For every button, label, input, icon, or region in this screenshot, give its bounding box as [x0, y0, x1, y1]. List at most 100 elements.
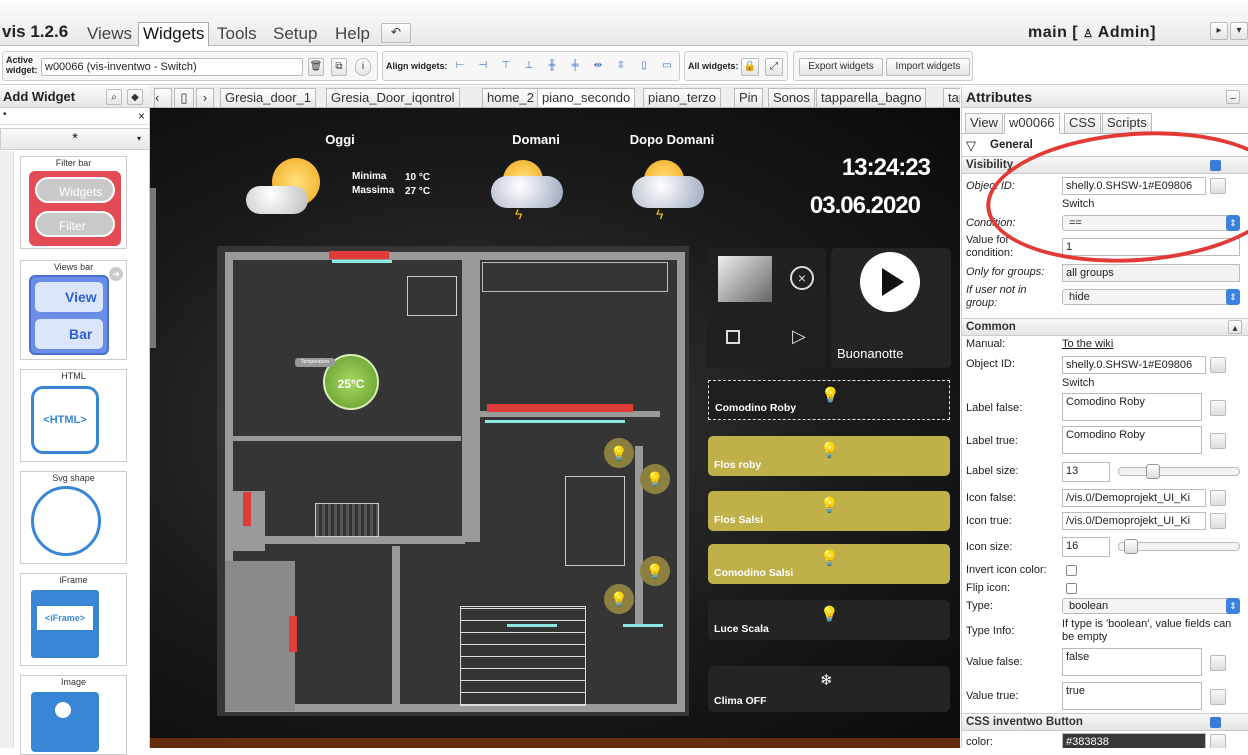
tabs-scroll-right-icon[interactable]: ›	[196, 88, 214, 107]
value-true-edit[interactable]	[1210, 689, 1226, 705]
import-widgets-button[interactable]: Import widgets	[886, 58, 970, 76]
view-tab[interactable]: Gresia_Door_iqontrol	[326, 88, 460, 107]
widget-views-bar[interactable]: Views bar View Bar ➜	[20, 260, 127, 360]
label-false-input[interactable]: Comodino Roby	[1062, 393, 1202, 421]
switch-button[interactable]: 💡 Flos roby	[708, 436, 950, 476]
tab-view[interactable]: View	[965, 113, 1003, 134]
widget-image[interactable]: Image	[20, 675, 127, 755]
menu-tools[interactable]: Tools	[212, 22, 262, 46]
color-input[interactable]: #383838	[1062, 733, 1206, 748]
switch-button[interactable]: 💡 Flos Salsi	[708, 491, 950, 531]
view-tab[interactable]: piano_terzo	[643, 88, 721, 107]
label-false-edit[interactable]	[1210, 400, 1226, 416]
tab-css[interactable]: CSS	[1064, 113, 1101, 134]
value-true-input[interactable]: true	[1062, 682, 1202, 710]
switch-button[interactable]: 💡 Comodino Roby	[708, 380, 950, 420]
slider-knob[interactable]	[1146, 464, 1160, 479]
play-icon[interactable]: ▷	[792, 326, 806, 347]
slider-knob[interactable]	[1124, 539, 1138, 554]
search-icon[interactable]: ⌕	[106, 89, 122, 105]
switch-button[interactable]: ❄ Clima OFF	[708, 666, 950, 712]
css-section-header[interactable]: CSS inventwo Button	[962, 713, 1248, 731]
menu-setup[interactable]: Setup	[268, 22, 322, 46]
objid-picker[interactable]	[1210, 357, 1226, 373]
view-tab[interactable]: Gresia_door_1	[220, 88, 316, 107]
view-tab[interactable]: tapparella	[943, 88, 960, 107]
dropdown-arrow-icon[interactable]: ▾	[1230, 22, 1248, 40]
value-false-input[interactable]: false	[1062, 648, 1202, 676]
lightbulb-icon[interactable]: 💡	[640, 464, 670, 494]
wiki-link[interactable]: To the wiki	[1062, 338, 1113, 350]
flip-icon-checkbox[interactable]	[1066, 583, 1077, 594]
label-size-slider[interactable]	[1118, 464, 1240, 479]
value-false-edit[interactable]	[1210, 655, 1226, 671]
user-not-in-group-select[interactable]: hide ⇕	[1062, 289, 1240, 305]
widget-iframe[interactable]: iFrame <iFrame>	[20, 573, 127, 666]
play-icon[interactable]: ▸	[1210, 22, 1228, 40]
lightbulb-icon[interactable]: 💡	[640, 556, 670, 586]
filter-icon[interactable]: ▽	[966, 138, 976, 154]
widget-filter-bar[interactable]: Filter bar Widgets Filter	[20, 156, 127, 249]
align-icon[interactable]: ⇹	[589, 58, 607, 76]
view-tab[interactable]: Sonos	[768, 88, 815, 107]
icon-size-input[interactable]: 16	[1062, 537, 1110, 557]
refresh-icon[interactable]: ⤢	[765, 58, 783, 76]
label-size-input[interactable]: 13	[1062, 462, 1110, 482]
view-tab[interactable]: Pin	[734, 88, 763, 107]
align-icon[interactable]: ▭	[658, 58, 676, 76]
collapse-icon[interactable]: –	[1226, 90, 1240, 104]
info-icon[interactable]: i	[355, 58, 371, 76]
align-icon[interactable]: ╫	[543, 58, 561, 76]
lightbulb-icon[interactable]: 💡	[604, 584, 634, 614]
align-icon[interactable]: ╪	[566, 58, 584, 76]
lightbulb-icon[interactable]: 💡	[604, 438, 634, 468]
icon-true-picker[interactable]	[1210, 513, 1226, 529]
css-section-checkbox[interactable]	[1210, 717, 1221, 728]
color-picker[interactable]	[1210, 734, 1226, 748]
widget-svg-shape[interactable]: Svg shape	[20, 471, 127, 564]
tabs-scroll-left-icon[interactable]: ‹	[154, 88, 172, 107]
align-icon[interactable]: ⊥	[520, 58, 538, 76]
align-icon[interactable]: ⊣	[474, 58, 492, 76]
collapse-icon[interactable]: ▴	[1228, 320, 1242, 334]
menu-views[interactable]: Views	[82, 22, 137, 46]
view-tab[interactable]: tapparella_bagno	[816, 88, 927, 107]
active-widget-select[interactable]: w00066 (vis-inventwo - Switch)	[41, 58, 303, 76]
label-true-edit[interactable]	[1210, 433, 1226, 449]
lock-icon[interactable]: 🔒	[741, 58, 759, 76]
clear-icon[interactable]: ×	[138, 109, 145, 123]
filter-input[interactable]: •	[0, 109, 150, 125]
icon-false-picker[interactable]	[1210, 490, 1226, 506]
tag-icon[interactable]: ◆	[127, 89, 143, 105]
align-icon[interactable]: ▯	[635, 58, 653, 76]
view-tab[interactable]: piano_secondo	[537, 88, 636, 107]
invert-icon-checkbox[interactable]	[1066, 565, 1077, 576]
export-widgets-button[interactable]: Export widgets	[799, 58, 883, 76]
align-icon[interactable]: ⇳	[612, 58, 630, 76]
tab-widget[interactable]: w00066	[1004, 113, 1060, 134]
common-header[interactable]: Common	[962, 318, 1248, 336]
groups-select[interactable]: all groups	[1062, 264, 1240, 282]
widget-html[interactable]: HTML <HTML>	[20, 369, 127, 462]
menu-help[interactable]: Help	[330, 22, 375, 46]
stop-icon[interactable]	[726, 330, 740, 344]
icon-size-slider[interactable]	[1118, 539, 1240, 554]
switch-button[interactable]: 💡 Luce Scala	[708, 600, 950, 640]
delete-icon[interactable]: 🗑	[308, 58, 324, 76]
objid-input[interactable]: shelly.0.SHSW-1#E09806	[1062, 356, 1206, 374]
widget-set-select[interactable]: * ▾	[0, 128, 150, 150]
align-icon[interactable]: ⊢	[451, 58, 469, 76]
icon-false-input[interactable]: /vis.0/Demoprojekt_UI_Ki	[1062, 489, 1206, 507]
scene-tile[interactable]: Buonanotte	[831, 248, 951, 368]
type-select[interactable]: boolean ⇕	[1062, 598, 1240, 614]
align-icon[interactable]: ⊤	[497, 58, 515, 76]
close-icon[interactable]: ×	[790, 266, 814, 290]
view-tab[interactable]: home_2	[482, 88, 539, 107]
view-trash-icon[interactable]: ▯	[174, 88, 194, 107]
icon-true-input[interactable]: /vis.0/Demoprojekt_UI_Ki	[1062, 512, 1206, 530]
label-true-input[interactable]: Comodino Roby	[1062, 426, 1202, 454]
menu-widgets[interactable]: Widgets	[138, 22, 210, 46]
switch-button[interactable]: 💡 Comodino Salsi	[708, 544, 950, 584]
copy-icon[interactable]: ⧉	[331, 58, 347, 76]
undo-button[interactable]: ↶	[381, 23, 411, 43]
